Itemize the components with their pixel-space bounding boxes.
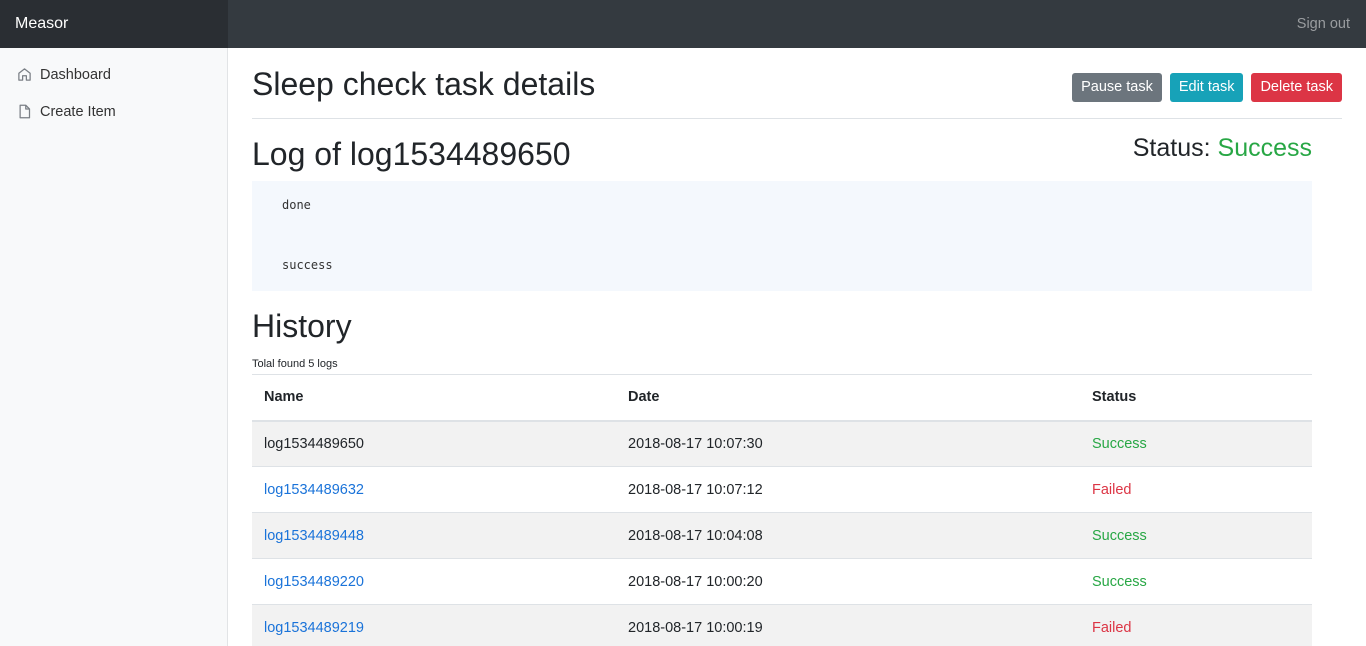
top-navbar: Measor Sign out <box>0 0 1366 48</box>
sidebar-item-label: Dashboard <box>40 66 111 83</box>
log-link[interactable]: log1534489219 <box>264 620 364 636</box>
sign-out-link[interactable]: Sign out <box>1297 0 1350 48</box>
table-row: log1534489632 2018-08-17 10:07:12 Failed <box>252 466 1312 513</box>
brand-logo[interactable]: Measor <box>0 0 228 48</box>
history-title: History <box>252 308 352 344</box>
column-header-name: Name <box>252 374 616 422</box>
log-date: 2018-08-17 10:07:12 <box>616 466 1080 513</box>
task-actions: Pause task Edit task Delete task <box>1064 73 1342 102</box>
home-icon <box>18 68 31 81</box>
log-date: 2018-08-17 10:00:19 <box>616 604 1080 646</box>
log-date: 2018-08-17 10:07:30 <box>616 420 1080 467</box>
status-value: Success <box>1217 134 1312 162</box>
column-header-date: Date <box>616 374 1080 422</box>
main-content: Sleep check task details Pause task Edit… <box>252 48 1342 646</box>
column-header-status: Status <box>1080 374 1312 422</box>
log-name: log1534489650 <box>252 420 616 467</box>
table-row: log1534489448 2018-08-17 10:04:08 Succes… <box>252 512 1312 559</box>
history-total: Tolal found 5 logs <box>252 358 338 370</box>
sidebar-item-label: Create Item <box>40 103 116 120</box>
log-status: Failed <box>1080 466 1312 513</box>
table-row: log1534489650 2018-08-17 10:07:30 Succes… <box>252 420 1312 467</box>
edit-task-button[interactable]: Edit task <box>1169 73 1244 102</box>
sidebar-item-dashboard[interactable]: Dashboard <box>0 56 227 93</box>
log-status: Failed <box>1080 604 1312 646</box>
log-title: Log of log1534489650 <box>252 136 571 172</box>
log-line: done <box>282 198 311 212</box>
log-link[interactable]: log1534489448 <box>264 528 364 544</box>
status-label: Status: <box>1132 134 1211 162</box>
table-row: log1534489220 2018-08-17 10:00:20 Succes… <box>252 558 1312 605</box>
delete-task-button[interactable]: Delete task <box>1251 73 1342 102</box>
pause-task-button[interactable]: Pause task <box>1072 73 1162 102</box>
file-icon <box>19 104 31 119</box>
header-divider <box>252 118 1342 119</box>
sidebar: Dashboard Create Item <box>0 48 228 646</box>
log-output: done success <box>252 181 1312 291</box>
log-status: Success <box>1080 512 1312 559</box>
log-date: 2018-08-17 10:00:20 <box>616 558 1080 605</box>
log-line: success <box>282 258 333 272</box>
log-link[interactable]: log1534489632 <box>264 482 364 498</box>
log-link[interactable]: log1534489220 <box>264 574 364 590</box>
log-status: Status: Success <box>1133 133 1312 163</box>
page-title: Sleep check task details <box>252 66 596 102</box>
log-status: Success <box>1080 420 1312 467</box>
log-status: Success <box>1080 558 1312 605</box>
table-row: log1534489219 2018-08-17 10:00:19 Failed <box>252 604 1312 646</box>
sidebar-item-create-item[interactable]: Create Item <box>0 93 227 130</box>
table-header-row: Name Date Status <box>252 374 1312 422</box>
history-table: Name Date Status log1534489650 2018-08-1… <box>252 374 1312 646</box>
log-date: 2018-08-17 10:04:08 <box>616 512 1080 559</box>
